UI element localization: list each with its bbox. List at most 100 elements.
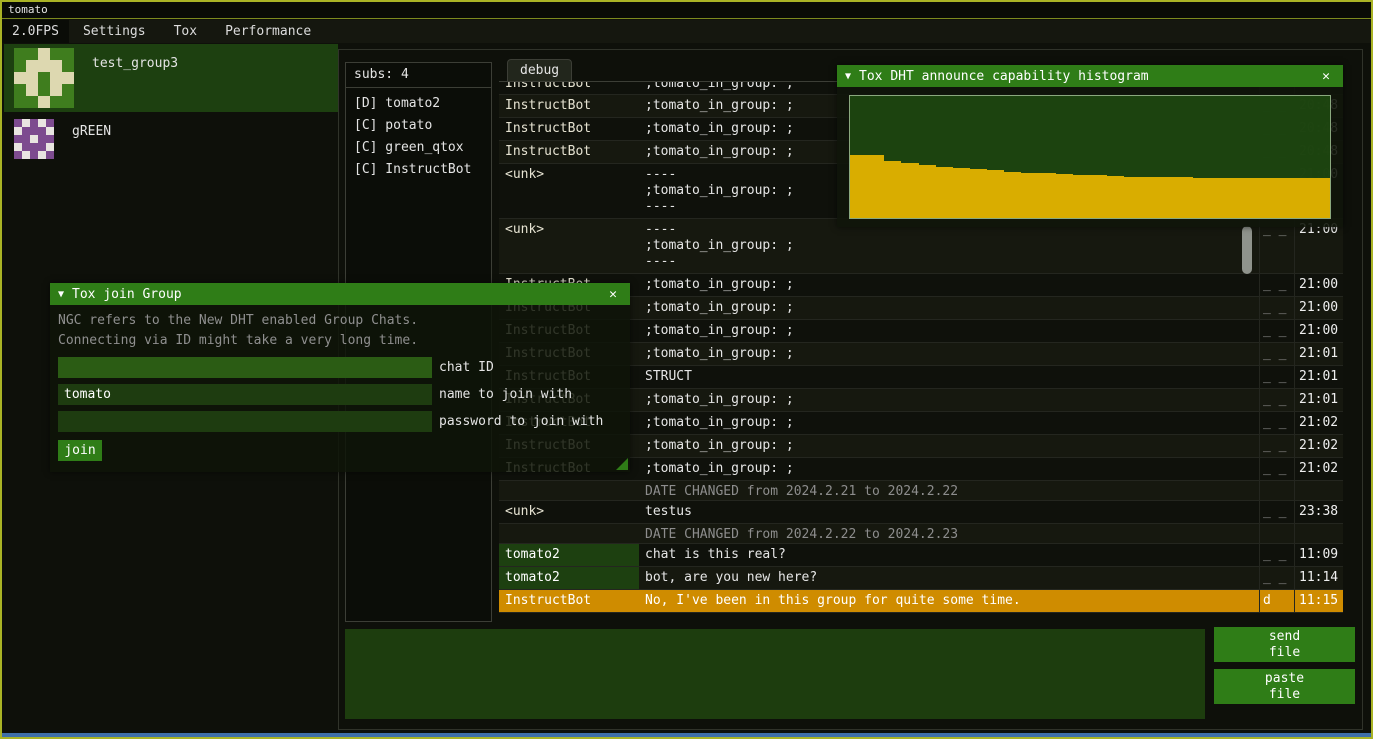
message-flags: _ _ xyxy=(1259,567,1294,589)
message-flags: _ _ xyxy=(1259,544,1294,566)
message-time xyxy=(1294,524,1343,543)
close-icon[interactable]: ✕ xyxy=(604,287,622,302)
message-flags: _ _ xyxy=(1259,435,1294,457)
message-sender: <unk> xyxy=(499,501,639,523)
chat-scrollbar[interactable] xyxy=(1242,226,1252,274)
message-text: chat is this real? xyxy=(639,544,1259,566)
join-button[interactable]: join xyxy=(58,440,102,461)
message-sender: InstructBot xyxy=(499,118,639,140)
collapse-arrow-icon[interactable]: ▼ xyxy=(58,289,64,300)
subs-member[interactable]: [C] potato xyxy=(346,115,491,137)
join-group-title: Tox join Group xyxy=(72,287,604,302)
subs-header: subs: 4 xyxy=(346,63,491,88)
histogram-bar xyxy=(1073,175,1090,218)
histogram-bar xyxy=(1159,177,1176,218)
message-sender: tomato2 xyxy=(499,544,639,566)
subs-member[interactable]: [C] InstructBot xyxy=(346,159,491,181)
histogram-bar xyxy=(1021,173,1038,218)
chat-id-row: chat ID xyxy=(58,357,622,378)
join-password-label: password to join with xyxy=(439,414,603,429)
histogram-bar xyxy=(919,165,936,218)
histogram-bar xyxy=(953,168,970,218)
histogram-bar xyxy=(987,170,1004,218)
chat-id-label: chat ID xyxy=(439,360,494,375)
date-separator-row[interactable]: DATE CHANGED from 2024.2.21 to 2024.2.22 xyxy=(499,481,1343,501)
message-time: 21:01 xyxy=(1294,343,1343,365)
message-flags: _ _ xyxy=(1259,320,1294,342)
subs-list: [D] tomato2[C] potato[C] green_qtox[C] I… xyxy=(346,88,491,181)
histogram-bar xyxy=(1124,177,1141,218)
message-flags: _ _ xyxy=(1259,501,1294,523)
histogram-bar xyxy=(970,169,987,218)
collapse-arrow-icon[interactable]: ▼ xyxy=(845,71,851,82)
histogram-bar xyxy=(1107,176,1124,218)
message-text: ;tomato_in_group: ; xyxy=(639,412,1259,434)
group-item-test_group3[interactable]: test_group3 xyxy=(4,44,338,112)
message-time: 23:38 xyxy=(1294,501,1343,523)
menu-item-performance[interactable]: Performance xyxy=(211,20,325,43)
app-window: tomato 2.0FPSSettingsToxPerformance test… xyxy=(0,0,1373,739)
menu-item-settings[interactable]: Settings xyxy=(69,20,160,43)
join-password-input[interactable] xyxy=(58,411,432,432)
join-group-dialog: ▼ Tox join Group ✕ NGC refers to the New… xyxy=(50,283,630,472)
message-time: 21:02 xyxy=(1294,435,1343,457)
message-flags: d xyxy=(1259,590,1294,612)
horizontal-scrollbar[interactable] xyxy=(2,733,1371,737)
histogram-bar xyxy=(1244,178,1261,218)
close-icon[interactable]: ✕ xyxy=(1317,69,1335,84)
message-time: 11:14 xyxy=(1294,567,1343,589)
message-text: ;tomato_in_group: ; xyxy=(639,320,1259,342)
dht-histogram-title: Tox DHT announce capability histogram xyxy=(859,69,1317,84)
message-flags xyxy=(1259,481,1294,500)
date-separator-row[interactable]: DATE CHANGED from 2024.2.22 to 2024.2.23 xyxy=(499,524,1343,544)
chat-message-row[interactable]: tomato2bot, are you new here?_ _11:14 xyxy=(499,567,1343,590)
paste-file-button[interactable]: paste file xyxy=(1214,669,1355,704)
subs-member[interactable]: [D] tomato2 xyxy=(346,93,491,115)
tab-debug[interactable]: debug xyxy=(507,59,572,82)
message-input[interactable] xyxy=(345,629,1205,719)
message-time: 21:00 xyxy=(1294,320,1343,342)
histogram-bar xyxy=(1176,177,1193,218)
chat-message-row[interactable]: <unk>---- ;tomato_in_group: ; ----_ _21:… xyxy=(499,219,1343,274)
group-item-gREEN[interactable]: gREEN xyxy=(4,112,338,180)
message-text: DATE CHANGED from 2024.2.22 to 2024.2.23 xyxy=(639,524,1259,543)
join-name-input[interactable] xyxy=(58,384,432,405)
message-time: 21:00 xyxy=(1294,297,1343,319)
message-time: 21:01 xyxy=(1294,389,1343,411)
join-password-row: password to join with xyxy=(58,411,622,432)
message-text: DATE CHANGED from 2024.2.21 to 2024.2.22 xyxy=(639,481,1259,500)
message-text: ;tomato_in_group: ; xyxy=(639,343,1259,365)
message-text: ;tomato_in_group: ; xyxy=(639,274,1259,296)
join-name-row: name to join with xyxy=(58,384,622,405)
message-flags: _ _ xyxy=(1259,219,1294,273)
join-group-titlebar[interactable]: ▼ Tox join Group ✕ xyxy=(50,283,630,305)
dht-histogram-window: ▼ Tox DHT announce capability histogram … xyxy=(837,65,1343,227)
dht-histogram-plot xyxy=(849,95,1331,219)
menu-item-tox[interactable]: Tox xyxy=(160,20,211,43)
chat-id-input[interactable] xyxy=(58,357,432,378)
group-avatar xyxy=(14,119,54,159)
message-text: bot, are you new here? xyxy=(639,567,1259,589)
chat-message-row[interactable]: tomato2chat is this real?_ _11:09 xyxy=(499,544,1343,567)
fps-indicator: 2.0FPS xyxy=(2,20,69,43)
message-sender: <unk> xyxy=(499,164,639,218)
resize-grip[interactable] xyxy=(616,458,628,470)
message-time: 21:02 xyxy=(1294,412,1343,434)
message-time: 21:01 xyxy=(1294,366,1343,388)
message-sender: <unk> xyxy=(499,219,639,273)
chat-message-row[interactable]: <unk>testus_ _23:38 xyxy=(499,501,1343,524)
menubar: 2.0FPSSettingsToxPerformance xyxy=(2,20,1371,43)
histogram-bar xyxy=(1279,178,1296,218)
message-text: No, I've been in this group for quite so… xyxy=(639,590,1259,612)
message-flags: _ _ xyxy=(1259,297,1294,319)
histogram-bar xyxy=(1193,178,1210,218)
dht-histogram-titlebar[interactable]: ▼ Tox DHT announce capability histogram … xyxy=(837,65,1343,87)
message-sender: tomato2 xyxy=(499,567,639,589)
message-sender xyxy=(499,481,639,500)
subs-member[interactable]: [C] green_qtox xyxy=(346,137,491,159)
histogram-bar xyxy=(1090,175,1107,218)
join-group-body: NGC refers to the New DHT enabled Group … xyxy=(50,305,630,467)
send-file-button[interactable]: send file xyxy=(1214,627,1355,662)
chat-message-row[interactable]: InstructBotNo, I've been in this group f… xyxy=(499,590,1343,613)
window-titlebar: tomato xyxy=(2,2,1371,19)
